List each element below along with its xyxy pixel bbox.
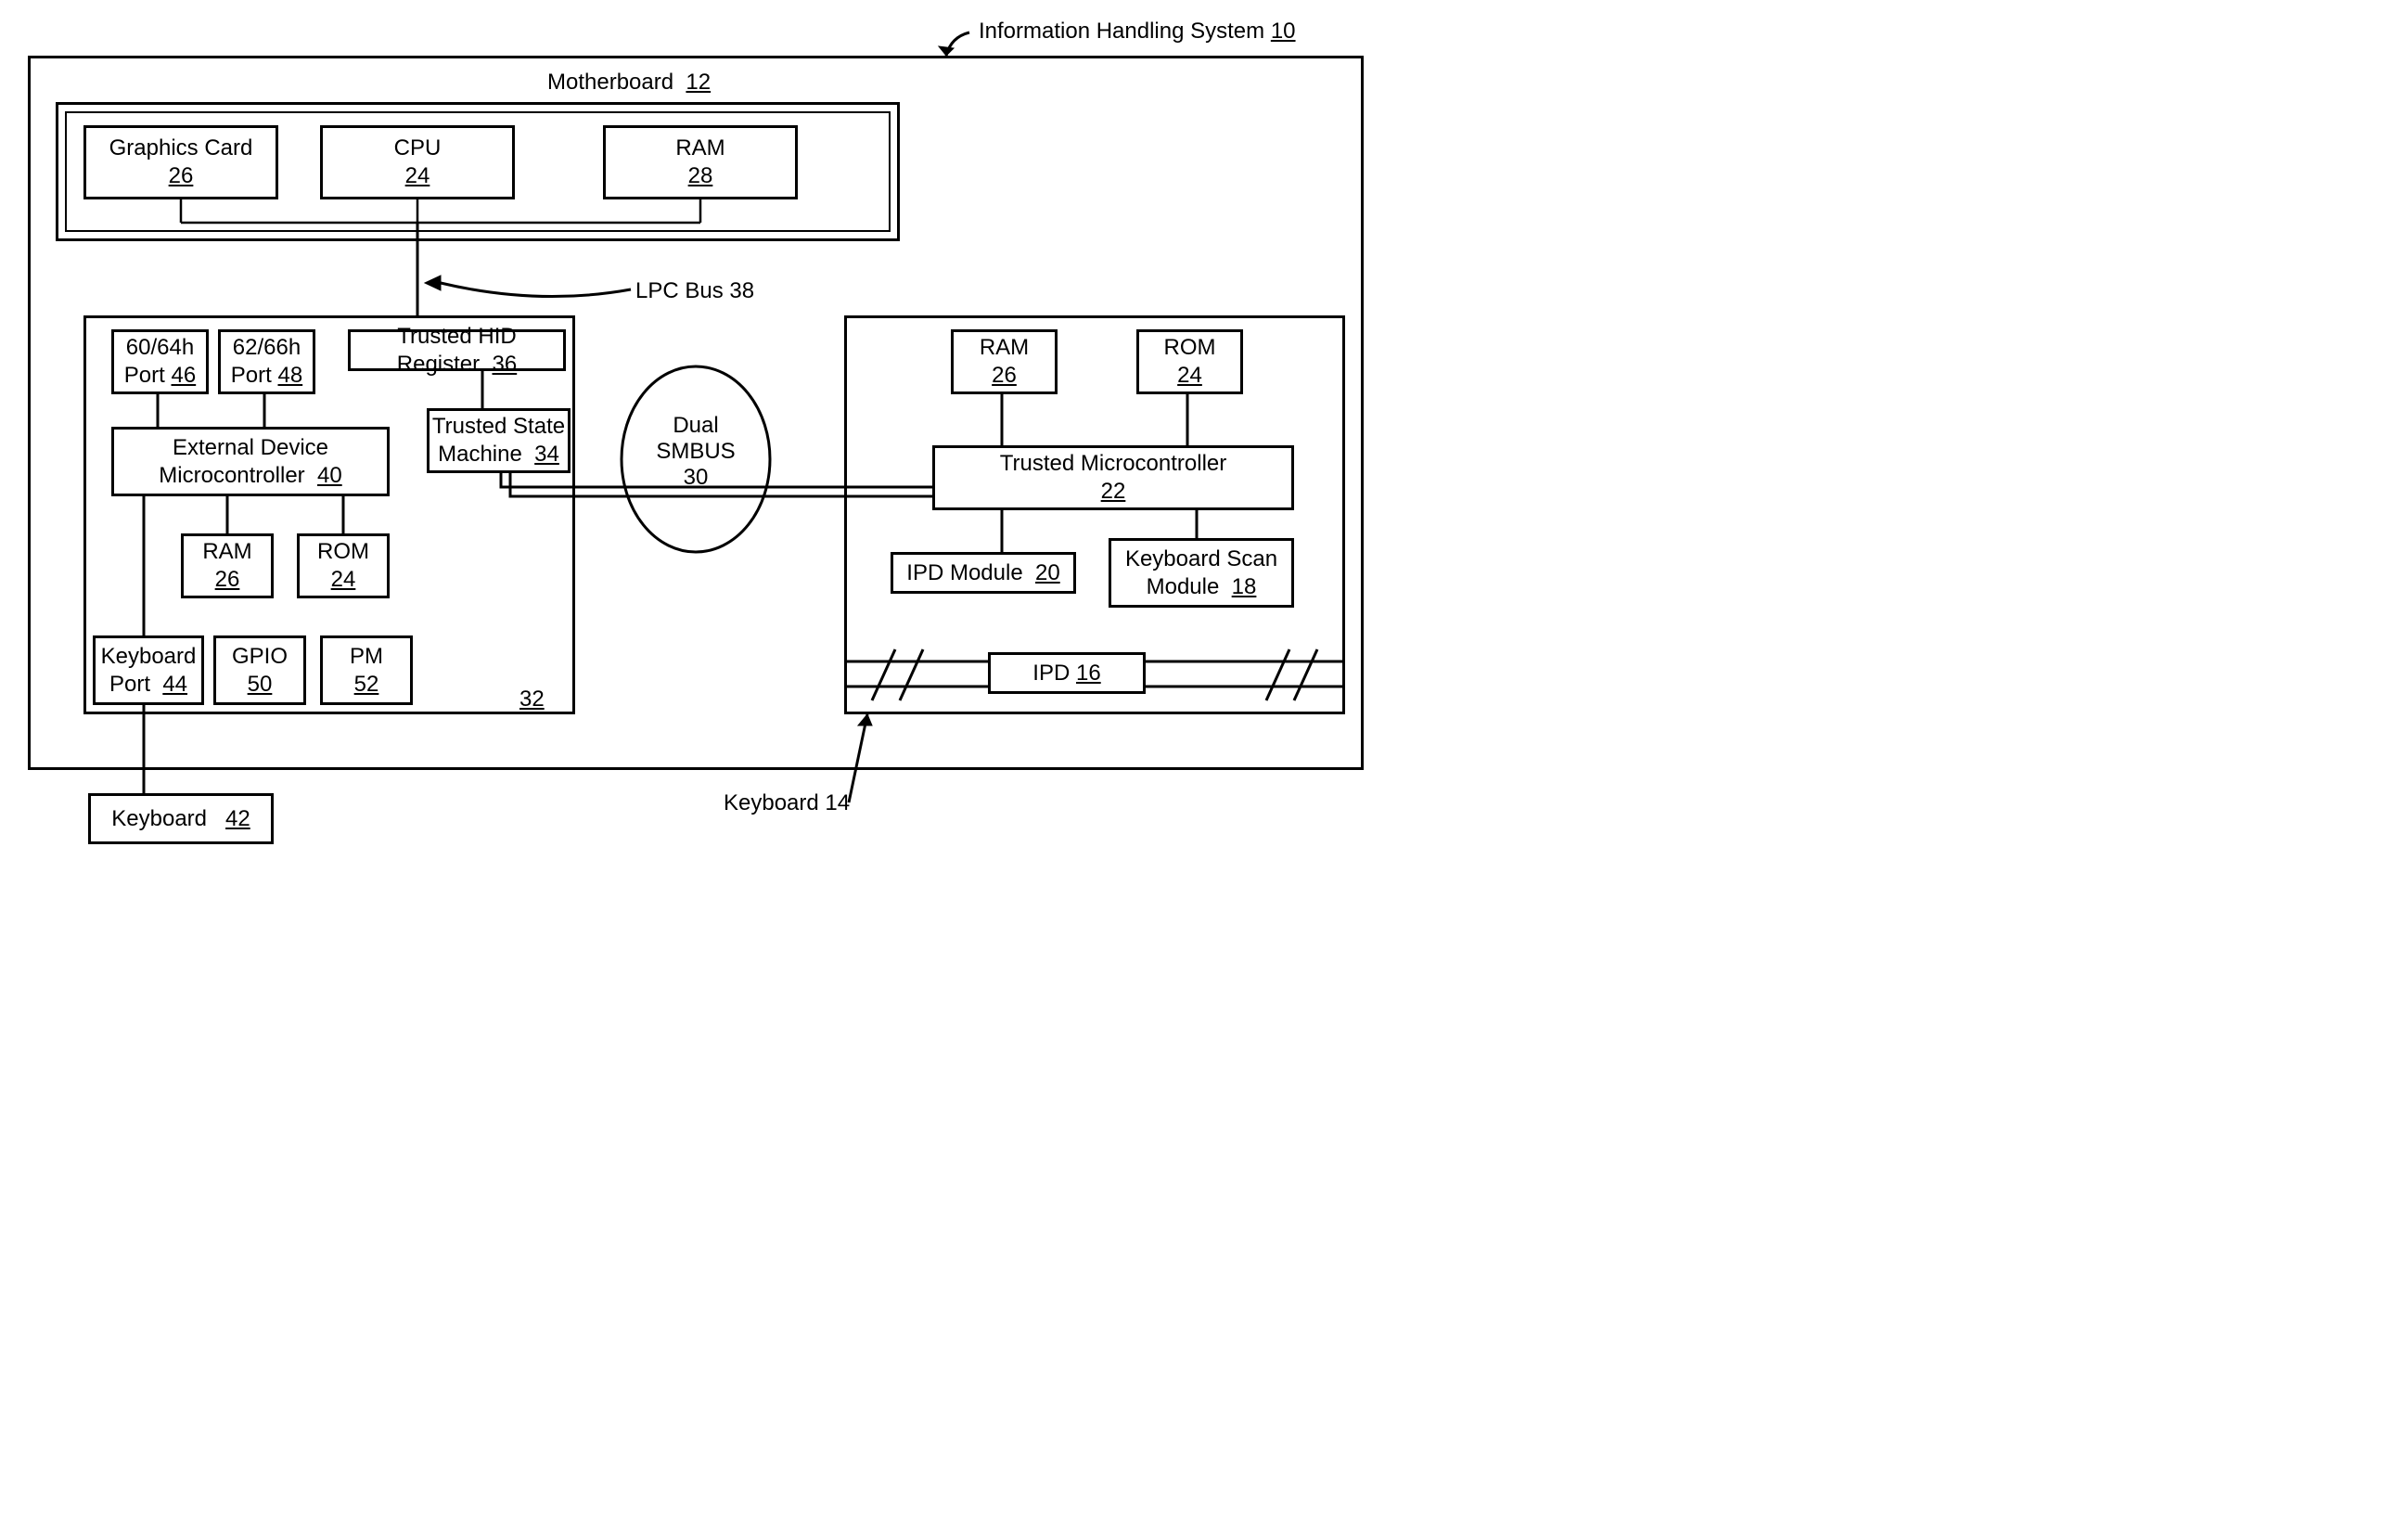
trusted-hid-num: 36: [493, 352, 518, 377]
gpio-text: GPIO: [232, 643, 288, 671]
rom-left-text: ROM: [317, 538, 369, 566]
rom-right-box: ROM 24: [1136, 329, 1243, 394]
block-32-num-text: 32: [519, 687, 545, 712]
cpu-text: CPU: [394, 135, 442, 162]
system-title: Information Handling System 10: [979, 19, 1296, 45]
graphics-card-box: Graphics Card 26: [83, 125, 278, 199]
kb-scan-l1: Keyboard Scan: [1125, 545, 1277, 573]
kb-port-num: 44: [162, 672, 187, 697]
port-6266-l1: 62/66h: [233, 334, 301, 362]
diagram-canvas: Information Handling System 10 Motherboa…: [19, 19, 1382, 853]
ram-main-text: RAM: [675, 135, 724, 162]
graphics-card-num: 26: [169, 162, 194, 190]
ram-right-num: 26: [992, 362, 1017, 390]
trusted-state-box: Trusted State Machine 34: [427, 408, 571, 473]
ext-micro-l1: External Device: [173, 434, 328, 462]
port-6266-box: 62/66h Port 48: [218, 329, 315, 394]
kb-scan-num: 18: [1232, 574, 1257, 599]
ram-left-num: 26: [215, 566, 240, 594]
kb-scan-l2: Module: [1147, 574, 1220, 599]
system-title-text: Information Handling System: [979, 19, 1264, 44]
trusted-state-num: 34: [534, 442, 559, 467]
ipd-module-num: 20: [1035, 560, 1060, 585]
ram-left-text: RAM: [202, 538, 251, 566]
ram-left-box: RAM 26: [181, 533, 274, 598]
keyboard-ext-num: 42: [225, 806, 250, 831]
ext-micro-box: External Device Microcontroller 40: [111, 427, 390, 496]
kb-port-l2: Port: [109, 672, 150, 697]
rom-right-text: ROM: [1164, 334, 1216, 362]
keyboard-ext-text: Keyboard: [111, 806, 207, 831]
motherboard-num: 12: [686, 70, 711, 95]
trusted-micro-text: Trusted Microcontroller: [1000, 450, 1227, 478]
pm-box: PM 52: [320, 635, 413, 705]
trusted-hid-box: Trusted HID Register 36: [348, 329, 566, 371]
rom-right-num: 24: [1177, 362, 1202, 390]
rom-left-box: ROM 24: [297, 533, 390, 598]
ram-right-box: RAM 26: [951, 329, 1058, 394]
trusted-micro-box: Trusted Microcontroller 22: [932, 445, 1294, 510]
motherboard-text: Motherboard: [547, 70, 673, 95]
port-6266-l2: Port: [231, 363, 272, 388]
pm-text: PM: [350, 643, 383, 671]
ipd-num: 16: [1076, 661, 1101, 686]
trusted-state-l1: Trusted State: [432, 413, 565, 441]
keyboard-14-text: Keyboard 14: [724, 790, 850, 815]
kb-scan-box: Keyboard Scan Module 18: [1109, 538, 1294, 608]
ipd-module-text: IPD Module: [906, 560, 1022, 585]
port-6064-num: 46: [171, 363, 196, 388]
gpio-box: GPIO 50: [213, 635, 306, 705]
ram-main-num: 28: [688, 162, 713, 190]
ipd-box: IPD 16: [988, 652, 1146, 694]
gpio-num: 50: [248, 671, 273, 699]
block-32-num: 32: [519, 687, 545, 712]
cpu-num: 24: [405, 162, 430, 190]
dual-smbus-num: 30: [649, 465, 742, 491]
ipd-module-box: IPD Module 20: [891, 552, 1076, 594]
port-6064-l1: 60/64h: [126, 334, 194, 362]
kb-port-l1: Keyboard: [101, 643, 197, 671]
dual-smbus-l2: SMBUS: [649, 439, 742, 465]
keyboard-14-label: Keyboard 14: [724, 790, 850, 816]
ext-micro-num: 40: [317, 463, 342, 488]
trusted-state-l2: Machine: [438, 442, 522, 467]
rom-left-num: 24: [331, 566, 356, 594]
dual-smbus-l1: Dual: [649, 413, 742, 439]
kb-port-box: Keyboard Port 44: [93, 635, 204, 705]
dual-smbus-label: Dual SMBUS 30: [649, 413, 742, 491]
lpc-bus-label: LPC Bus 38: [635, 278, 754, 304]
ram-right-text: RAM: [980, 334, 1029, 362]
port-6266-num: 48: [277, 363, 302, 388]
port-6064-l2: Port: [124, 363, 165, 388]
cpu-box: CPU 24: [320, 125, 515, 199]
ext-micro-l2: Microcontroller: [159, 463, 304, 488]
motherboard-label: Motherboard 12: [547, 70, 711, 96]
system-title-num: 10: [1271, 19, 1296, 44]
pm-num: 52: [354, 671, 379, 699]
ram-main-box: RAM 28: [603, 125, 798, 199]
lpc-bus-text: LPC Bus 38: [635, 278, 754, 303]
ipd-text: IPD: [1032, 661, 1070, 686]
graphics-card-text: Graphics Card: [109, 135, 253, 162]
port-6064-box: 60/64h Port 46: [111, 329, 209, 394]
keyboard-ext-box: Keyboard 42: [88, 793, 274, 844]
trusted-micro-num: 22: [1101, 478, 1126, 506]
